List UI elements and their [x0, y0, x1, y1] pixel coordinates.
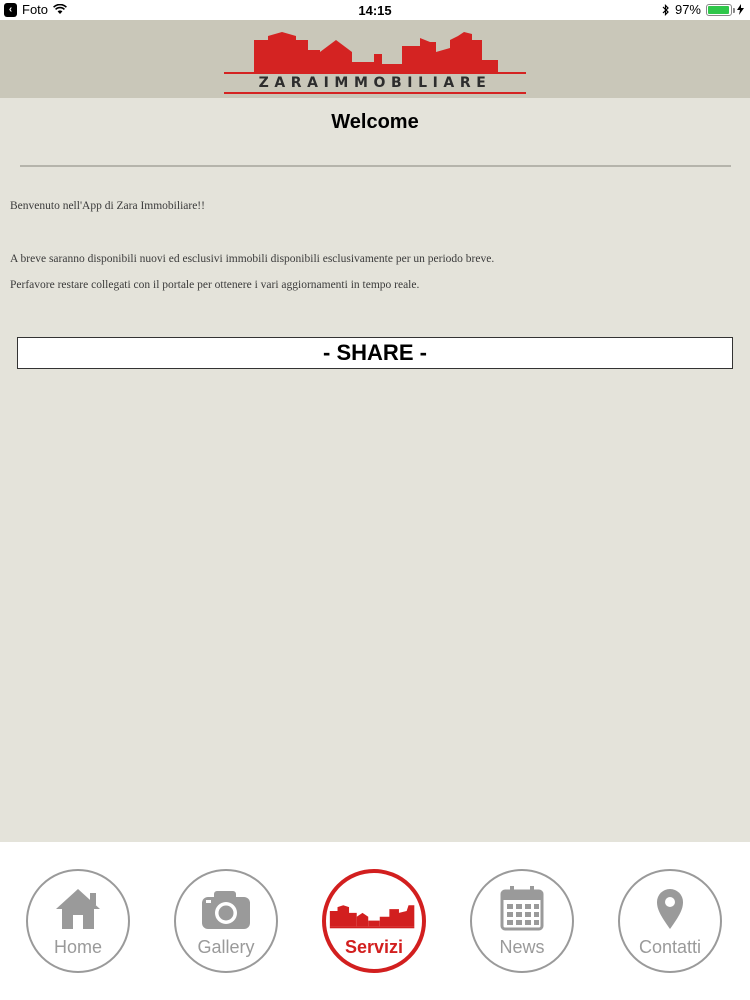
share-button[interactable]: - SHARE - — [17, 337, 733, 369]
clock: 14:15 — [358, 3, 392, 18]
home-icon — [56, 889, 100, 929]
calendar-icon — [500, 886, 544, 931]
battery-icon — [706, 3, 735, 16]
skyline-icon — [329, 905, 415, 929]
battery-level — [708, 5, 730, 14]
logo-rule-top — [224, 72, 526, 74]
bottom-tab-bar: Home Gallery Servizi News Contatti — [0, 842, 750, 1000]
charging-icon — [737, 4, 744, 15]
camera-icon — [202, 891, 250, 929]
tab-gallery-label: Gallery — [197, 937, 255, 957]
tab-news[interactable]: News — [470, 869, 574, 973]
tab-contatti-label: Contatti — [638, 937, 702, 957]
zara-logo[interactable]: ZARAIMMOBILIARE — [224, 26, 526, 96]
welcome-paragraph: Benvenuto nell'App di Zara Immobiliare!! — [10, 200, 205, 212]
logo-rule-bottom — [224, 92, 526, 94]
tab-contatti[interactable]: Contatti — [618, 869, 722, 973]
tab-servizi-label: Servizi — [344, 937, 404, 957]
tab-servizi[interactable]: Servizi — [322, 869, 426, 973]
tab-home-label: Home — [53, 937, 102, 957]
skyline-logo-icon — [254, 32, 498, 72]
status-right: 97% — [662, 2, 744, 17]
title-divider — [20, 165, 731, 167]
stay-connected-paragraph: Perfavore restare collegati con il porta… — [10, 279, 420, 291]
location-pin-icon — [657, 889, 683, 929]
tab-news-label: News — [499, 937, 545, 957]
tab-gallery[interactable]: Gallery — [174, 869, 278, 973]
info-paragraph: A breve saranno disponibili nuovi ed esc… — [10, 253, 495, 265]
status-bar: ‹ Foto 14:15 97% — [0, 0, 750, 20]
app-header: ZARAIMMOBILIARE — [0, 20, 750, 98]
tab-home[interactable]: Home — [26, 869, 130, 973]
bluetooth-icon — [662, 3, 669, 16]
logo-text: ZARAIMMOBILIARE — [258, 75, 492, 91]
battery-percent: 97% — [674, 2, 701, 17]
page-title: Welcome — [331, 111, 419, 133]
